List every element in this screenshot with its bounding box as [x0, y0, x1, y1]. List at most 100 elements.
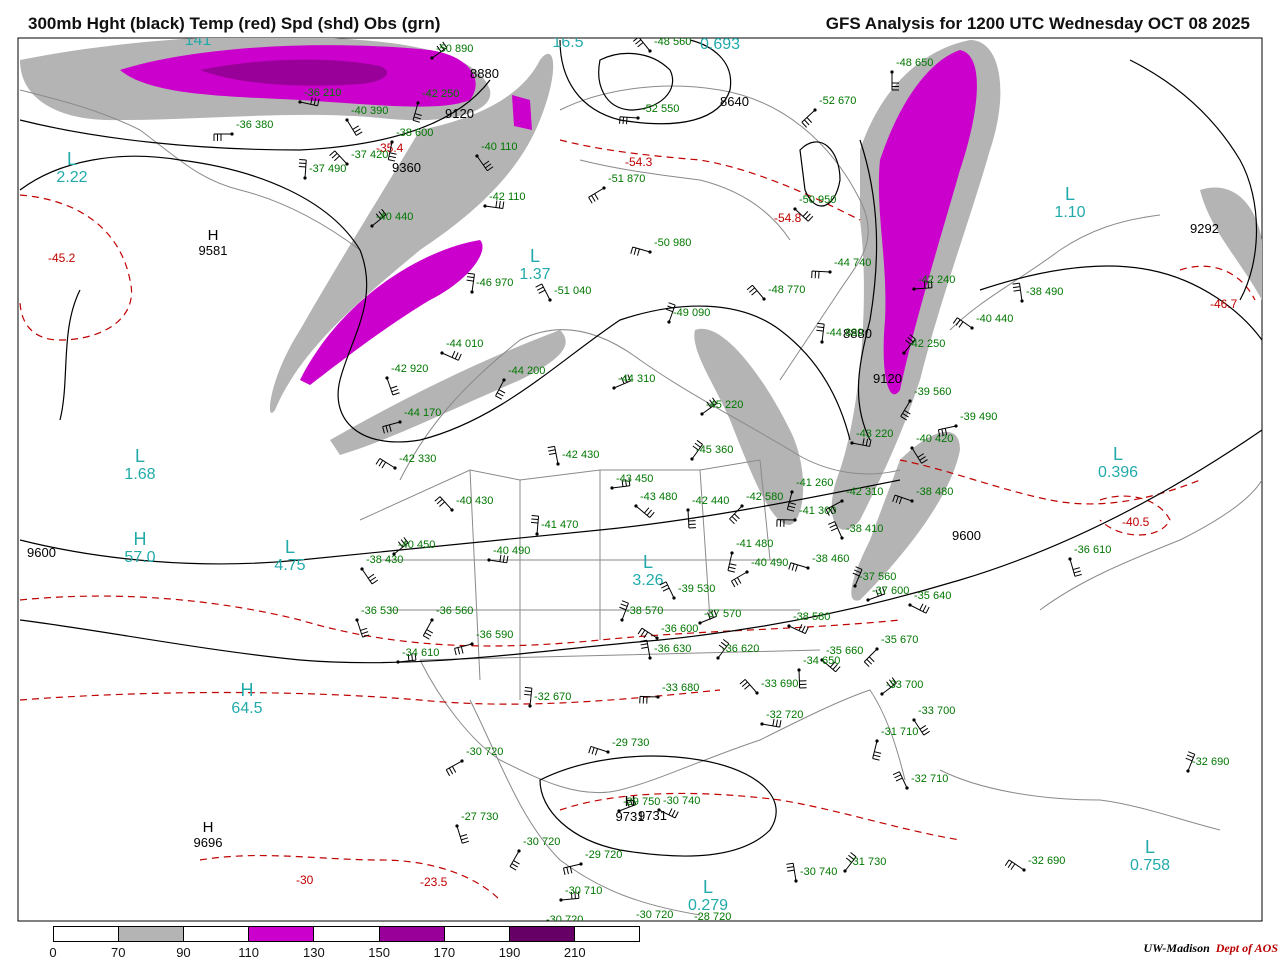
obs-temp-height: -52 550 [642, 103, 679, 115]
height-label: 9600 [952, 528, 981, 543]
obs-temp-height: -42 440 [692, 495, 729, 507]
temperature-label: -45.2 [48, 251, 76, 265]
obs-temp-height: -39 560 [914, 386, 951, 398]
obs-temp-height: -31 710 [881, 726, 918, 738]
obs-temp-height: -36 630 [654, 643, 691, 655]
obs-temp-height: -34 610 [402, 647, 439, 659]
center-letter: L [703, 877, 713, 897]
obs-temp-height: -36 560 [436, 605, 473, 617]
obs-temp-height: -42 580 [746, 491, 783, 503]
height-label: 9120 [445, 106, 474, 121]
obs-temp-height: -36 380 [236, 119, 273, 131]
center-value: 1.68 [124, 466, 155, 483]
legend-swatch [184, 927, 250, 941]
obs-temp-height: -38 580 [793, 611, 830, 623]
obs-temp-height: -40 450 [398, 539, 435, 551]
center-letter: H [192, 12, 205, 32]
obs-temp-height: -46 970 [476, 277, 513, 289]
obs-temp-height: -32 710 [911, 773, 948, 785]
center-letter: L [285, 537, 295, 557]
obs-temp-height: -51 040 [554, 285, 591, 297]
obs-temp-height: -38 570 [626, 605, 663, 617]
legend-swatch [119, 927, 185, 941]
height-label: 8640 [720, 94, 749, 109]
height-label: 9600 [27, 545, 56, 560]
center-letter: H [203, 819, 214, 836]
obs-temp-height: -37 600 [872, 585, 909, 597]
obs-temp-height: -29 730 [612, 737, 649, 749]
center-value: 0.693 [700, 36, 740, 53]
obs-temp-height: -50 950 [799, 194, 836, 206]
obs-temp-height: -37 420 [351, 149, 388, 161]
obs-temp-height: -42 430 [562, 449, 599, 461]
center-value: 16.5 [552, 34, 583, 51]
temperature-label: -54.3 [625, 155, 653, 169]
center-value: 1.37 [519, 266, 550, 283]
obs-temp-height: -38 490 [1026, 286, 1063, 298]
wind-barb [690, 926, 697, 944]
obs-temp-height: -40 490 [493, 545, 530, 557]
legend-label: 90 [176, 945, 191, 960]
obs-temp-height: -44 010 [446, 338, 483, 350]
obs-temp-height: -34 650 [803, 655, 840, 667]
obs-temp-height: -30 720 [523, 836, 560, 848]
obs-temp-height: -52 670 [819, 95, 856, 107]
obs-temp-height: -41 480 [736, 538, 773, 550]
legend-label: 70 [110, 945, 126, 960]
obs-temp-height: -42 920 [391, 363, 428, 375]
obs-temp-height: -30 740 [800, 866, 837, 878]
center-value: 57.0 [124, 549, 155, 566]
legend-swatch [379, 927, 445, 941]
obs-temp-height: -29 720 [585, 849, 622, 861]
obs-temp-height: -36 610 [1074, 544, 1111, 556]
obs-temp-height: -43 450 [616, 473, 653, 485]
center-letter: H [208, 227, 219, 244]
obs-temp-height: -33 700 [886, 679, 923, 691]
obs-temp-height: -42 250 [908, 338, 945, 350]
obs-temp-height: -42 250 [422, 88, 459, 100]
obs-temp-height: -50 890 [436, 43, 473, 55]
obs-temp-height: -40 110 [481, 141, 518, 153]
center-value: 3.26 [632, 572, 663, 589]
height-label: 9360 [392, 160, 421, 175]
obs-temp-height: -36 210 [304, 87, 341, 99]
legend-swatch [509, 927, 575, 941]
obs-temp-height: -41 260 [796, 477, 833, 489]
station-obs: -28 720 [688, 911, 731, 944]
obs-temp-height: -40 490 [751, 557, 788, 569]
obs-temp-height: -37 570 [704, 608, 741, 620]
obs-temp-height: -44 170 [404, 407, 441, 419]
center-value: 4.75 [274, 557, 305, 574]
height-label: 9292 [1190, 221, 1219, 236]
center-letter: L [563, 14, 573, 34]
temperature-label: -23.5 [420, 875, 448, 889]
obs-temp-height: -30 740 [663, 795, 700, 807]
obs-temp-height: -38 460 [812, 553, 849, 565]
station-dot [688, 924, 691, 927]
legend-swatch [444, 927, 510, 941]
obs-temp-height: -38 410 [846, 523, 883, 535]
center-letter: L [67, 149, 77, 169]
obs-temp-height: -44 200 [508, 365, 545, 377]
obs-temp-height: -32 670 [534, 691, 571, 703]
height-label: 8880 [470, 66, 499, 81]
center-letter: L [135, 446, 145, 466]
legend-label: 210 [563, 945, 586, 960]
obs-temp-height: -44 880 [826, 327, 863, 339]
obs-temp-height: -32 690 [1192, 756, 1229, 768]
obs-temp-height: -36 620 [722, 643, 759, 655]
center-value: 0.758 [1130, 857, 1170, 874]
obs-temp-height: -45 360 [696, 444, 733, 456]
center-letter: H [241, 680, 254, 700]
obs-temp-height: -33 690 [761, 678, 798, 690]
center-value: 1.10 [1054, 204, 1085, 221]
obs-temp-height: -43 480 [640, 491, 677, 503]
legend-label: 130 [303, 945, 325, 960]
legend-label: 110 [238, 945, 260, 960]
obs-temp-height: -30 720 [636, 909, 673, 921]
speed-legend [53, 926, 640, 942]
obs-temp-height: -40 390 [351, 105, 388, 117]
center-value: 0.396 [1098, 464, 1138, 481]
obs-temp-height: -27 730 [461, 811, 498, 823]
temperature-label: -30 [296, 873, 314, 887]
